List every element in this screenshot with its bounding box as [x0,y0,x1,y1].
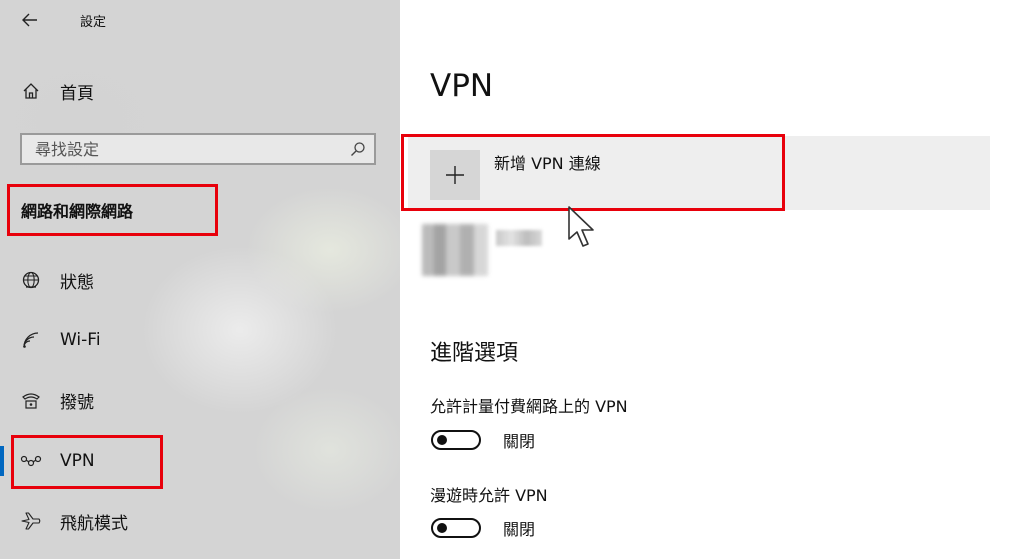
vpn-connection-item[interactable] [422,222,622,276]
app-title: 設定 [80,15,107,30]
sidebar-item-vpn[interactable]: VPN [0,439,400,483]
add-tile [430,150,480,200]
advanced-options-heading: 進階選項 [430,341,519,366]
toggle-switch[interactable] [431,518,481,538]
add-vpn-connection-button[interactable]: 新增 VPN 連線 [408,136,990,210]
back-button[interactable] [14,6,46,34]
search-icon[interactable] [350,141,366,161]
sidebar-item-status[interactable]: 狀態 [0,258,400,302]
airplane-icon [19,509,43,533]
metered-network-setting-label: 允許計量付費網路上的 VPN [430,397,628,416]
sidebar-item-label: Wi-Fi [60,330,101,350]
sidebar-item-airplane-mode[interactable]: 飛航模式 [0,499,400,543]
toggle-state-label: 關閉 [503,432,536,451]
toggle-switch[interactable] [431,430,481,450]
vpn-icon [19,449,43,473]
wifi-icon [19,328,43,352]
main-content: VPN 新增 VPN 連線 進階選項 允許計量付費網路上的 VPN 關閉 漫遊時… [400,0,1024,559]
toggle-knob [437,435,447,445]
vpn-connection-icon [422,224,488,276]
toggle-state-label: 關閉 [503,520,536,539]
metered-network-toggle[interactable]: 關閉 [431,427,535,453]
back-arrow-icon [22,13,37,27]
home-icon [19,79,43,103]
sidebar-item-label: 飛航模式 [60,513,128,534]
search-box[interactable] [20,133,376,165]
globe-icon [19,268,43,292]
sidebar-item-dialup[interactable]: 撥號 [0,378,400,422]
plus-icon [446,166,464,184]
sidebar-item-wifi[interactable]: Wi-Fi [0,318,400,362]
sidebar-item-label: 狀態 [60,272,94,293]
search-input[interactable] [35,139,335,159]
sidebar: 設定 首頁 網路和網際網路 [0,0,400,559]
section-heading: 網路和網際網路 [21,202,134,221]
roaming-toggle[interactable]: 關閉 [431,515,535,541]
sidebar-item-home[interactable]: 首頁 [0,69,400,113]
settings-window: 設定 首頁 網路和網際網路 [0,0,1024,559]
toggle-knob [437,523,447,533]
add-vpn-label: 新增 VPN 連線 [494,154,601,173]
roaming-setting-label: 漫遊時允許 VPN [430,486,548,505]
sidebar-item-label: 首頁 [60,83,94,104]
vpn-connection-name-redacted [496,230,542,246]
sidebar-item-label: VPN [60,451,95,471]
sidebar-item-label: 撥號 [60,392,94,413]
dialup-icon [19,388,43,412]
page-title: VPN [430,68,494,104]
